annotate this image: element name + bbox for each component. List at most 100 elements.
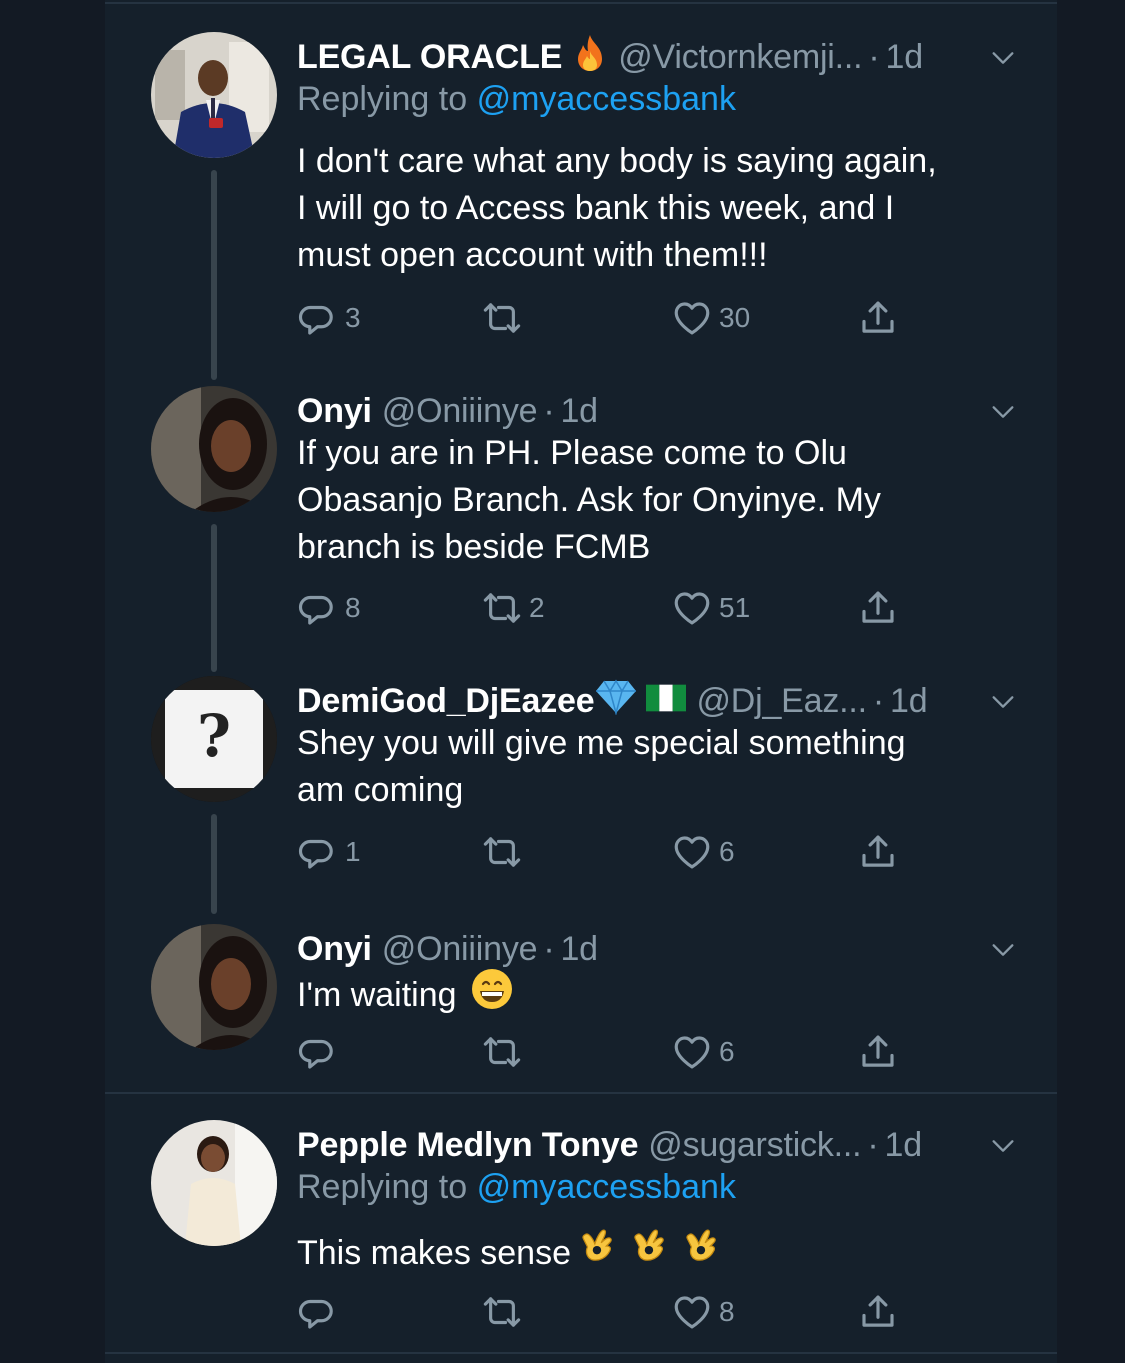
like-button[interactable]: 8	[671, 1290, 735, 1334]
display-name[interactable]: DemiGod_DjEazee	[297, 682, 595, 721]
reply-icon	[297, 587, 339, 629]
tweet-actions: 3 30	[297, 296, 937, 340]
reply-button[interactable]	[297, 1030, 345, 1074]
handle[interactable]: @Oniiinye	[382, 930, 538, 969]
share-icon	[857, 297, 899, 339]
chevron-down-icon[interactable]	[989, 1130, 1017, 1169]
retweet-button[interactable]	[481, 296, 529, 340]
separator-dot: ·	[868, 37, 880, 76]
thread-line	[211, 524, 217, 672]
mention-link[interactable]: @myaccessbank	[477, 1168, 736, 1206]
tweet-text-line: branch is beside FCMB	[297, 528, 651, 566]
nigeria-flag-emoji	[646, 682, 687, 721]
like-button[interactable]: 6	[671, 830, 735, 874]
tweet-text: If you are in PH. Please come to Olu Oba…	[297, 430, 1017, 571]
divider	[105, 1092, 1057, 1094]
retweet-button[interactable]	[481, 1290, 529, 1334]
svg-text:?: ?	[197, 702, 231, 770]
reply-count: 3	[345, 302, 361, 333]
display-name[interactable]: LEGAL ORACLE	[297, 38, 562, 77]
display-name[interactable]: Pepple Medlyn Tonye	[297, 1126, 638, 1165]
reply-icon	[297, 1031, 339, 1073]
like-icon	[671, 297, 713, 339]
tweet[interactable]: ? DemiGod_DjEazee @Dj_Eaz... · 1d Shey y…	[105, 676, 1057, 916]
thread-line	[211, 814, 217, 914]
share-icon	[857, 1031, 899, 1073]
like-button[interactable]: 51	[671, 586, 750, 630]
handle[interactable]: @Oniiinye	[382, 392, 538, 431]
separator-dot: ·	[872, 681, 885, 720]
reply-button[interactable]: 1	[297, 830, 361, 874]
share-button[interactable]	[857, 830, 899, 874]
tweet[interactable]: Onyi @Oniiinye · 1d If you are in PH. Pl…	[105, 386, 1057, 676]
handle[interactable]: @sugarstick...	[648, 1126, 861, 1165]
share-icon	[857, 831, 899, 873]
tweet-text: Shey you will give me special something …	[297, 720, 1017, 814]
reply-button[interactable]: 8	[297, 586, 361, 630]
retweet-button[interactable]	[481, 1030, 529, 1074]
tweet[interactable]: Pepple Medlyn Tonye @sugarstick... · 1d …	[105, 1120, 1057, 1350]
handle[interactable]: @Victornkemji...	[618, 38, 862, 77]
tweet[interactable]: Onyi @Oniiinye · 1d I'm waiting 6	[105, 924, 1057, 1084]
tweet-header: Pepple Medlyn Tonye @sugarstick... · 1d	[297, 1120, 1017, 1170]
tweet-header: Onyi @Oniiinye · 1d	[297, 924, 1017, 974]
diamond-emoji	[596, 679, 637, 724]
tweet-header: DemiGod_DjEazee @Dj_Eaz... · 1d	[297, 676, 1017, 726]
share-button[interactable]	[857, 1030, 899, 1074]
tweet[interactable]: LEGAL ORACLE @Victornkemji... · 1d Reply…	[105, 32, 1057, 380]
share-button[interactable]	[857, 1290, 899, 1334]
timestamp[interactable]: 1d	[560, 392, 598, 431]
chevron-down-icon[interactable]	[989, 42, 1017, 81]
like-button[interactable]: 6	[671, 1030, 735, 1074]
like-button[interactable]: 30	[671, 296, 750, 340]
reply-count: 1	[345, 836, 361, 867]
avatar[interactable]: ?	[151, 676, 277, 802]
tweet-text: I don't care what any body is saying aga…	[297, 138, 1017, 279]
reply-button[interactable]	[297, 1290, 345, 1334]
like-icon	[671, 587, 713, 629]
divider	[105, 2, 1057, 4]
like-count: 6	[719, 1036, 735, 1067]
tweet-actions: 6	[297, 1030, 937, 1074]
display-name[interactable]: Onyi	[297, 392, 372, 431]
share-button[interactable]	[857, 296, 899, 340]
tweet-text-line: I'm waiting	[297, 976, 457, 1014]
avatar[interactable]	[151, 924, 277, 1050]
mention-link[interactable]: @myaccessbank	[477, 80, 736, 118]
reply-icon	[297, 831, 339, 873]
share-button[interactable]	[857, 586, 899, 630]
avatar[interactable]	[151, 1120, 277, 1246]
timestamp[interactable]: 1d	[886, 38, 924, 77]
replying-prefix: Replying to	[297, 1168, 468, 1206]
replying-prefix: Replying to	[297, 80, 468, 118]
separator-dot: ·	[867, 1125, 879, 1164]
tweet-text: I'm waiting	[297, 968, 1017, 1023]
display-name[interactable]: Onyi	[297, 930, 372, 969]
fire-emoji	[572, 33, 608, 82]
tweet-header: Onyi @Oniiinye · 1d	[297, 386, 1017, 436]
retweet-button[interactable]: 2	[481, 586, 545, 630]
avatar[interactable]	[151, 386, 277, 512]
tweet-actions: 1 6	[297, 830, 937, 874]
retweet-button[interactable]	[481, 830, 529, 874]
like-count: 6	[719, 836, 735, 867]
replying-to: Replying to @myaccessbank	[297, 80, 736, 119]
timestamp[interactable]: 1d	[890, 682, 928, 721]
separator-dot: ·	[543, 929, 555, 968]
timestamp[interactable]: 1d	[885, 1126, 923, 1165]
reply-count: 8	[345, 592, 361, 623]
tweet-text-line: I will go to Access bank this week, and …	[297, 189, 895, 227]
timestamp[interactable]: 1d	[560, 930, 598, 969]
reply-icon	[297, 1291, 339, 1333]
avatar[interactable]	[151, 32, 277, 158]
like-count: 30	[719, 302, 751, 333]
reply-button[interactable]: 3	[297, 296, 361, 340]
tweet-text-line: Obasanjo Branch. Ask for Onyinye. My	[297, 481, 881, 519]
tweet-text-line: must open account with them!!!	[297, 236, 768, 274]
tweet-actions: 8	[297, 1290, 937, 1334]
handle[interactable]: @Dj_Eaz...	[696, 682, 867, 721]
retweet-count: 2	[529, 592, 545, 623]
retweet-icon	[481, 587, 523, 629]
like-icon	[671, 1291, 713, 1333]
like-icon	[671, 1031, 713, 1073]
